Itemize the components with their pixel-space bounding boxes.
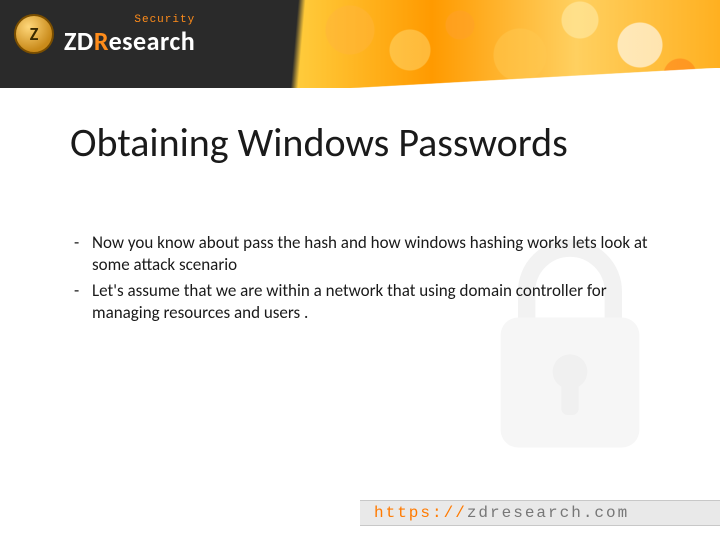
bullet-list: Now you know about pass the hash and how…	[70, 232, 650, 324]
list-item: Now you know about pass the hash and how…	[70, 232, 650, 276]
footer-scheme: https://	[374, 504, 467, 522]
logo-brand-name: ZDResearch	[64, 28, 195, 54]
logo-brand-suffix: esearch	[109, 25, 196, 57]
slide-title: Obtaining Windows Passwords	[70, 118, 568, 167]
slide-body: Now you know about pass the hash and how…	[70, 232, 650, 328]
footer-domain: zdresearch.com	[467, 504, 629, 522]
footer-url-bar: https://zdresearch.com	[360, 500, 720, 526]
logo-brand-prefix: ZD	[64, 25, 94, 57]
logo-medallion-icon: Z	[14, 14, 54, 54]
logo-text: Security ZDResearch	[64, 15, 195, 54]
list-item: Let's assume that we are within a networ…	[70, 280, 650, 324]
logo-medallion-letter: Z	[30, 23, 39, 45]
brand-logo: Z Security ZDResearch	[14, 14, 195, 54]
logo-brand-highlight: R	[94, 25, 109, 57]
